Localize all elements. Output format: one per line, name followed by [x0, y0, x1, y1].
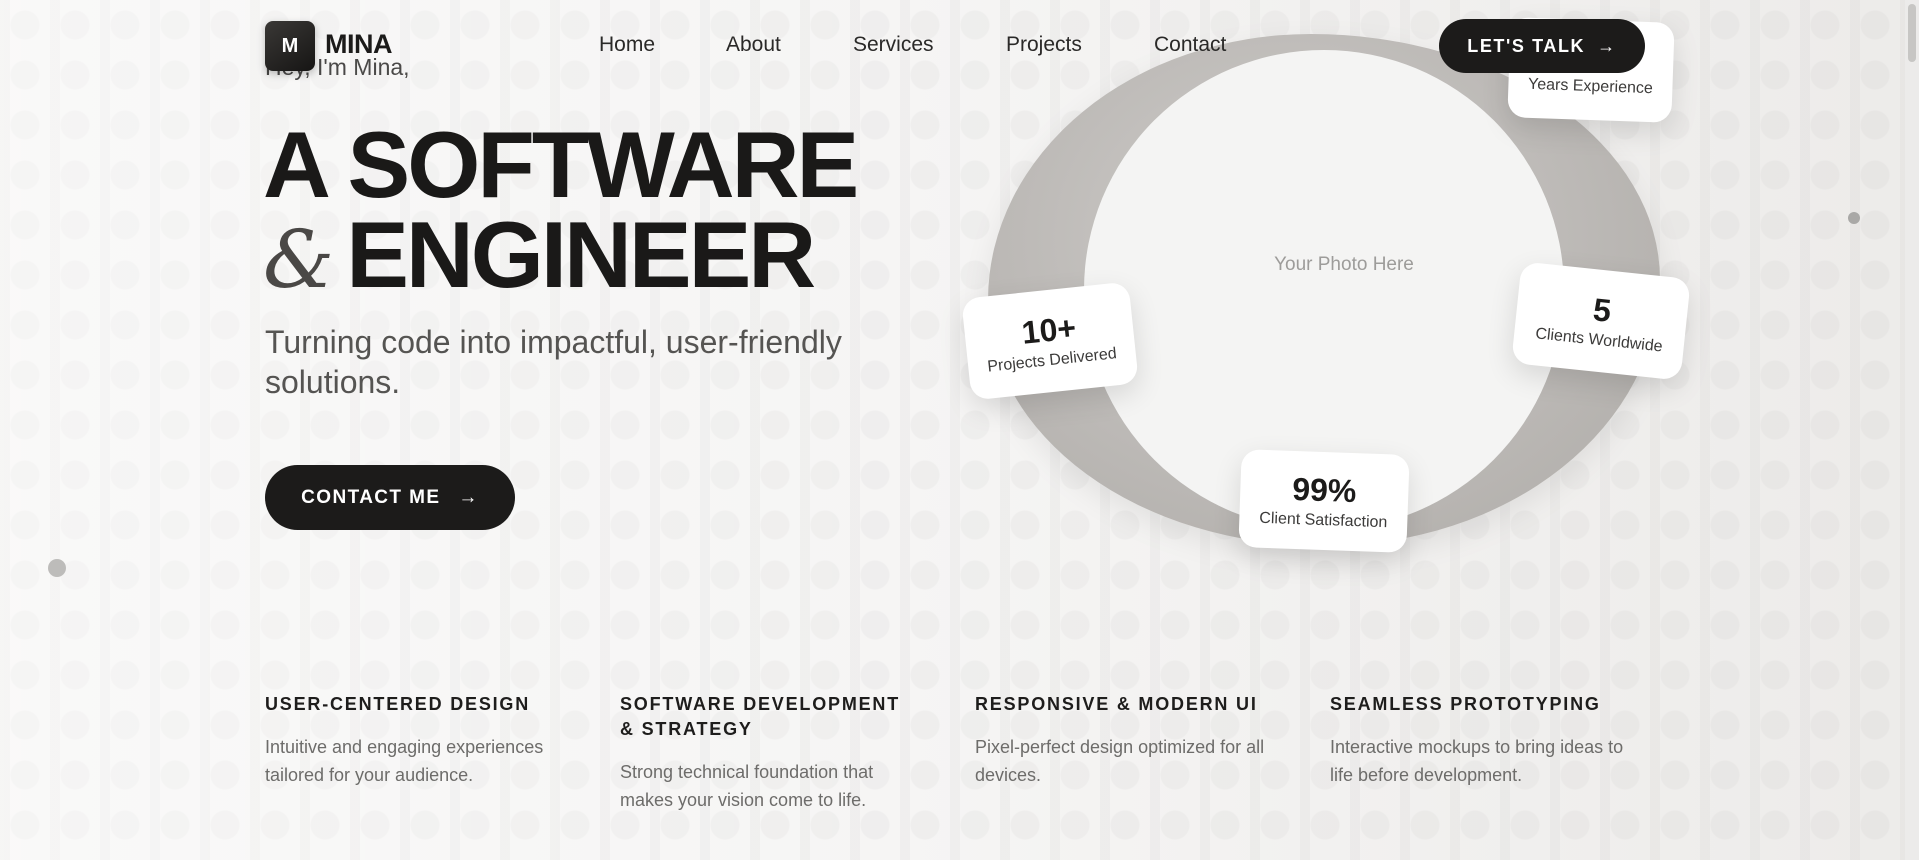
page-scrollbar[interactable] [1905, 0, 1919, 860]
arrow-right-icon: → [458, 486, 479, 508]
stat-label: Client Satisfaction [1259, 509, 1388, 532]
nav-link-home[interactable]: Home [599, 33, 655, 57]
lets-talk-button[interactable]: LET'S TALK → [1439, 19, 1645, 73]
stat-label: Projects Delivered [986, 345, 1118, 376]
nav-link-about[interactable]: About [726, 33, 781, 57]
service-title: USER-CENTERED DESIGN [265, 694, 531, 714]
photo-placeholder-text: Your Photo Here [1274, 254, 1414, 275]
stat-value: 10+ [1019, 309, 1078, 351]
headline-ampersand: & [263, 213, 335, 306]
headline-line-2: ENGINEER [346, 202, 816, 307]
service-description: Intuitive and engaging experiences tailo… [265, 737, 544, 785]
service-title: SEAMLESS PROTOTYPING [1330, 694, 1601, 714]
arrow-right-icon: → [1597, 35, 1617, 56]
stat-value: 99% [1291, 470, 1358, 510]
service-item: SEAMLESS PROTOTYPING Interactive mockups… [1330, 692, 1630, 789]
contact-me-label: CONTACT ME [301, 486, 441, 508]
contact-me-button[interactable]: CONTACT ME → [265, 465, 515, 530]
service-description: Strong technical foundation that makes y… [620, 762, 874, 810]
logo-mark[interactable]: M [265, 21, 315, 71]
top-navigation: M MINA Home About Services Projects Cont… [0, 0, 1905, 90]
logo-text[interactable]: MINA [325, 29, 393, 60]
stat-value: 5 [1591, 291, 1613, 329]
logo-letter: M [281, 34, 299, 57]
nav-link-projects[interactable]: Projects [1006, 33, 1082, 57]
scrollbar-thumb[interactable] [1908, 4, 1916, 62]
service-title: SOFTWARE DEVELOPMENT & STRATEGY [620, 694, 901, 739]
decorative-dot [1848, 212, 1860, 224]
service-description: Pixel-perfect design optimized for all d… [975, 737, 1265, 785]
nav-link-contact[interactable]: Contact [1154, 33, 1226, 57]
lets-talk-label: LET'S TALK [1467, 35, 1586, 56]
stat-card-projects-delivered: 10+ Projects Delivered [961, 281, 1139, 401]
service-title: RESPONSIVE & MODERN UI [975, 694, 1258, 714]
service-item: SOFTWARE DEVELOPMENT & STRATEGY Strong t… [620, 692, 920, 814]
hero-subline: Turning code into impactful, user-friend… [265, 324, 842, 400]
nav-link-services[interactable]: Services [853, 33, 934, 57]
service-item: USER-CENTERED DESIGN Intuitive and engag… [265, 692, 565, 789]
service-item: RESPONSIVE & MODERN UI Pixel-perfect des… [975, 692, 1275, 789]
stat-card-clients-worldwide: 5 Clients Worldwide [1511, 261, 1691, 381]
stat-label: Clients Worldwide [1534, 325, 1664, 356]
stat-card-client-satisfaction: 99% Client Satisfaction [1238, 449, 1410, 553]
hero-headline: A SOFTWARE & ENGINEER [263, 118, 859, 307]
decorative-dot [48, 559, 66, 577]
service-description: Interactive mockups to bring ideas to li… [1330, 737, 1624, 785]
